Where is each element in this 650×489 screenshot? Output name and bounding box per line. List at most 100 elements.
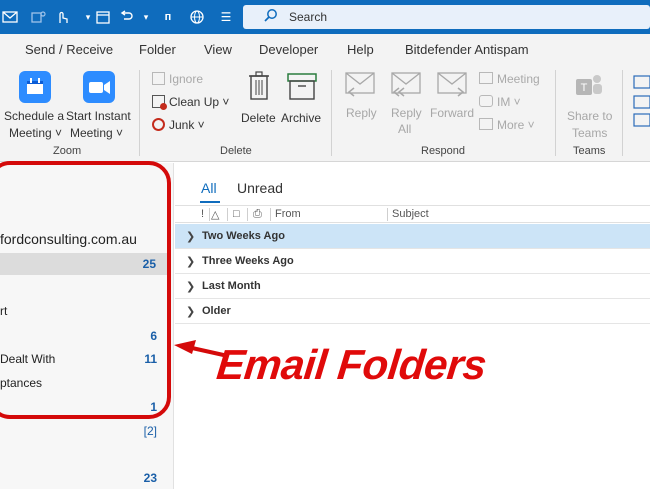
column-divider[interactable] bbox=[247, 208, 248, 221]
reply-all-line1: Reply bbox=[391, 106, 422, 120]
junk-button[interactable]: Junk ˅ bbox=[152, 118, 205, 132]
group-row-two-weeks-ago[interactable]: ❯ Two Weeks Ago bbox=[175, 224, 650, 249]
junk-icon bbox=[152, 118, 165, 131]
group-label: Older bbox=[202, 305, 231, 317]
group-label-respond: Respond bbox=[421, 145, 466, 157]
search-icon bbox=[263, 8, 279, 24]
menu-folder[interactable]: Folder bbox=[139, 42, 176, 57]
column-divider[interactable] bbox=[209, 208, 210, 221]
reply-icon bbox=[345, 72, 375, 103]
share-to-teams-line2: Teams bbox=[572, 126, 608, 140]
share-to-teams-line1: Share to bbox=[567, 109, 613, 123]
reply-all-line2: All bbox=[398, 122, 412, 136]
zoom-video-icon bbox=[83, 71, 115, 103]
group-label: Two Weeks Ago bbox=[202, 230, 285, 242]
dropdown-icon[interactable]: ▾ bbox=[138, 9, 154, 25]
im-button[interactable]: IM ˅ bbox=[479, 95, 521, 109]
menu-help[interactable]: Help bbox=[347, 42, 374, 57]
schedule-meeting-line2: Meeting ˅ bbox=[9, 126, 63, 140]
search-box[interactable]: Search bbox=[243, 5, 650, 29]
chevron-right-icon[interactable]: ❯ bbox=[186, 280, 195, 293]
touch-icon[interactable] bbox=[54, 9, 70, 25]
chevron-right-icon[interactable]: ❯ bbox=[186, 230, 195, 243]
attachment-column-icon[interactable]: ⎙ bbox=[253, 208, 262, 221]
tab-all[interactable]: All bbox=[201, 180, 217, 196]
column-divider[interactable] bbox=[227, 208, 228, 221]
share-to-teams-button[interactable]: T Share to Teams bbox=[562, 69, 616, 140]
chevron-right-icon[interactable]: ❯ bbox=[186, 255, 195, 268]
menu-send-receive[interactable]: Send / Receive bbox=[25, 42, 113, 57]
group-row-older[interactable]: ❯ Older bbox=[175, 299, 650, 324]
start-instant-meeting-button[interactable]: Start Instant Meeting ˅ bbox=[64, 69, 134, 141]
im-icon bbox=[479, 95, 493, 107]
reply-all-button[interactable]: Reply All bbox=[388, 72, 424, 142]
translate-icon[interactable]: ᴨ bbox=[160, 9, 176, 25]
column-divider[interactable] bbox=[387, 208, 388, 221]
more-button[interactable]: More ˅ bbox=[479, 118, 535, 132]
delete-button[interactable]: Delete bbox=[238, 69, 278, 129]
archive-button[interactable]: Archive bbox=[280, 69, 324, 129]
menu-view[interactable]: View bbox=[204, 42, 232, 57]
more-icon bbox=[479, 118, 493, 130]
teams-icon[interactable] bbox=[30, 9, 46, 25]
meeting-icon bbox=[479, 72, 493, 84]
menu-bitdefender[interactable]: Bitdefender Antispam bbox=[405, 42, 529, 57]
group-row-three-weeks-ago[interactable]: ❯ Three Weeks Ago bbox=[175, 249, 650, 274]
forward-button[interactable]: Forward bbox=[430, 72, 474, 132]
dropdown-icon[interactable]: ▾ bbox=[80, 9, 96, 25]
subject-column[interactable]: Subject bbox=[392, 208, 429, 220]
group-label: Three Weeks Ago bbox=[202, 255, 294, 267]
archive-label: Archive bbox=[281, 111, 322, 125]
delete-label: Delete bbox=[241, 111, 276, 125]
cleanup-icon bbox=[152, 95, 167, 110]
group-label-delete: Delete bbox=[220, 145, 252, 157]
junk-label: Junk ˅ bbox=[169, 118, 205, 132]
reminder-column-icon[interactable]: △ bbox=[211, 208, 219, 221]
column-headers: ! △ □ ⎙ From Subject bbox=[175, 205, 650, 223]
zoom-calendar-icon bbox=[19, 71, 51, 103]
group-row-last-month[interactable]: ❯ Last Month bbox=[175, 274, 650, 299]
schedule-meeting-line1: Schedule a bbox=[4, 109, 65, 123]
group-label-teams: Teams bbox=[573, 145, 606, 157]
annotation-label: Email Folders bbox=[214, 341, 489, 388]
reply-label: Reply bbox=[346, 106, 377, 120]
from-column[interactable]: From bbox=[275, 208, 301, 220]
importance-column[interactable]: ! bbox=[201, 208, 204, 220]
group-separator bbox=[139, 70, 140, 156]
svg-text:T: T bbox=[581, 82, 588, 94]
group-separator bbox=[555, 70, 556, 156]
mail-icon[interactable] bbox=[2, 9, 18, 25]
customize-toolbar-icon[interactable]: ☰ bbox=[218, 9, 234, 25]
folder-item[interactable]: [2] bbox=[0, 421, 170, 441]
reply-button[interactable]: Reply bbox=[342, 72, 378, 132]
globe-icon[interactable] bbox=[189, 9, 205, 25]
ignore-label: Ignore bbox=[169, 72, 204, 86]
group-label: Last Month bbox=[202, 280, 261, 292]
calendar-icon[interactable] bbox=[95, 9, 111, 25]
schedule-meeting-button[interactable]: Schedule a Meeting ˅ bbox=[4, 69, 64, 141]
group-label-zoom: Zoom bbox=[53, 145, 82, 157]
teams-share-icon: T bbox=[574, 71, 604, 106]
cleanup-button[interactable]: Clean Up ˅ bbox=[152, 95, 229, 110]
ribbon-overflow-icon[interactable] bbox=[631, 72, 650, 133]
folder-item[interactable]: 23 bbox=[0, 469, 170, 489]
start-instant-line2: Meeting ˅ bbox=[70, 126, 124, 140]
start-instant-line1: Start Instant bbox=[66, 109, 131, 123]
forward-icon bbox=[437, 72, 467, 103]
undo-icon[interactable] bbox=[118, 9, 134, 25]
group-separator bbox=[331, 70, 332, 156]
tab-selected-indicator bbox=[200, 201, 220, 203]
archive-icon bbox=[287, 73, 317, 106]
column-divider[interactable] bbox=[270, 208, 271, 221]
meeting-button[interactable]: Meeting bbox=[479, 72, 540, 86]
trash-icon bbox=[248, 71, 270, 106]
menu-developer[interactable]: Developer bbox=[259, 42, 318, 57]
tab-unread[interactable]: Unread bbox=[237, 180, 283, 196]
reply-all-icon bbox=[391, 72, 421, 103]
icon-column-icon[interactable]: □ bbox=[233, 208, 240, 220]
ignore-icon bbox=[152, 72, 165, 85]
im-label: IM ˅ bbox=[497, 95, 521, 109]
search-input[interactable]: Search bbox=[289, 10, 327, 24]
chevron-right-icon[interactable]: ❯ bbox=[186, 305, 195, 318]
ignore-button[interactable]: Ignore bbox=[152, 72, 203, 86]
